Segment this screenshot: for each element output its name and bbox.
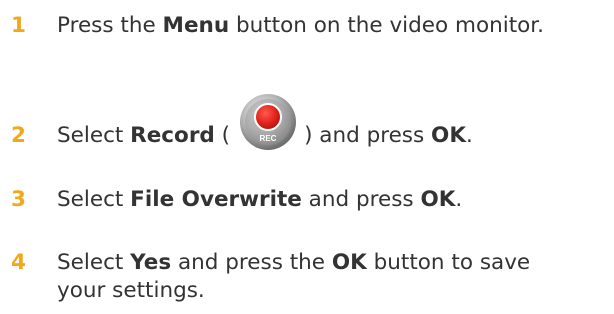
- text-segment: .: [455, 187, 463, 212]
- menu-button-name: Menu: [162, 13, 230, 38]
- yes-option: Yes: [130, 250, 172, 275]
- step-number: 4: [11, 250, 26, 275]
- step-text: Press the Menu button on the video monit…: [57, 12, 544, 40]
- step-number: 3: [11, 187, 26, 212]
- text-segment: and press the: [171, 250, 332, 275]
- text-segment: ) and press: [304, 123, 432, 148]
- text-segment: your settings.: [57, 278, 205, 303]
- text-segment: (: [214, 123, 231, 148]
- rec-label: REC: [260, 134, 277, 143]
- file-overwrite-option: File Overwrite: [130, 187, 302, 212]
- text-segment: Select: [57, 123, 131, 148]
- step-number: 2: [11, 123, 26, 148]
- step-text: Select File Overwrite and press OK.: [57, 186, 462, 214]
- text-segment: .: [465, 123, 473, 148]
- record-icon: REC: [238, 92, 298, 152]
- text-segment: button to save: [366, 250, 531, 275]
- ok-button-name: OK: [420, 187, 456, 212]
- ok-button-name: OK: [331, 250, 367, 275]
- ok-button-name: OK: [431, 123, 466, 148]
- record-menu-name: Record: [130, 123, 215, 148]
- step-text: Select Yes and press the OK button to sa…: [57, 249, 597, 305]
- step-number: 1: [11, 13, 26, 38]
- step-text: Select Record ( REC) and press OK.: [57, 94, 473, 150]
- text-segment: Select: [57, 187, 131, 212]
- text-segment: Press the: [57, 13, 163, 38]
- text-segment: button on the video monitor.: [229, 13, 544, 38]
- text-segment: Select: [57, 250, 131, 275]
- text-segment: and press: [301, 187, 421, 212]
